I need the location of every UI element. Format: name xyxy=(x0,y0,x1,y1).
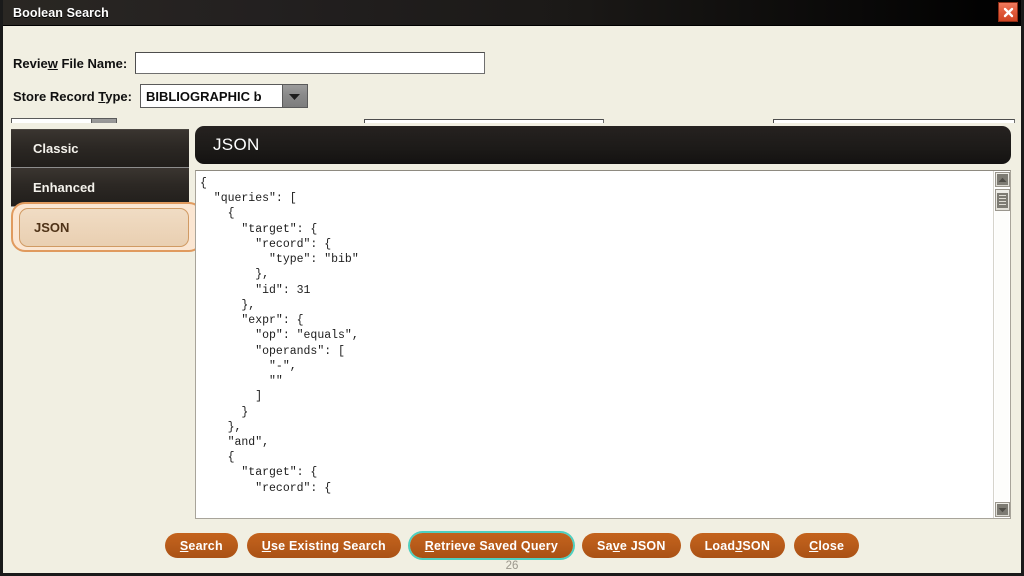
store-record-type-value: BIBLIOGRAPHIC b xyxy=(145,88,262,104)
footer-button-row: Search Use Existing Search Retrieve Save… xyxy=(3,533,1021,558)
record-counter: 26 xyxy=(505,560,519,572)
json-vertical-scrollbar[interactable] xyxy=(993,171,1010,518)
tab-enhanced-label: Enhanced xyxy=(33,179,96,195)
json-panel-body: { "queries": [ { "target": { "record": {… xyxy=(195,170,1011,519)
review-file-label: Review File Name: xyxy=(13,55,128,71)
tab-json[interactable]: JSON xyxy=(11,202,203,252)
tab-json-label: JSON xyxy=(34,220,70,235)
store-record-type-row: Store Record Type: BIBLIOGRAPHIC b xyxy=(13,84,308,108)
footer-actions: Search Use Existing Search Retrieve Save… xyxy=(3,527,1021,573)
mode-tabs: Classic Enhanced xyxy=(11,129,189,207)
tab-classic-label: Classic xyxy=(33,141,79,156)
json-panel: JSON { "queries": [ { "target": { "recor… xyxy=(195,126,1011,519)
use-existing-search-button[interactable]: Use Existing Search xyxy=(246,533,401,558)
json-code-area[interactable]: { "queries": [ { "target": { "record": {… xyxy=(196,171,993,518)
boolean-search-window: Boolean Search Review File Name: Store R… xyxy=(0,0,1024,576)
retrieve-saved-query-button[interactable]: Retrieve Saved Query xyxy=(409,533,574,558)
search-body: Classic Enhanced JSON JSON { "queries": … xyxy=(3,123,1021,527)
store-record-type-select[interactable]: BIBLIOGRAPHIC b xyxy=(139,84,308,108)
json-panel-title: JSON xyxy=(213,135,260,154)
close-button[interactable] xyxy=(998,2,1018,22)
scroll-down-icon xyxy=(997,504,1008,515)
store-record-type-label: Store Record Type: xyxy=(13,88,132,104)
chevron-down-icon[interactable] xyxy=(281,85,307,107)
search-button[interactable]: Search xyxy=(164,533,238,558)
review-file-row: Review File Name: xyxy=(13,52,486,74)
close-action-button[interactable]: Close xyxy=(794,533,860,558)
tab-classic[interactable]: Classic xyxy=(11,129,189,168)
scroll-up-button[interactable] xyxy=(995,172,1010,187)
title-bar: Boolean Search xyxy=(3,0,1021,26)
json-panel-header: JSON xyxy=(195,126,1011,164)
review-file-input[interactable] xyxy=(135,52,486,74)
scroll-up-icon xyxy=(997,174,1008,185)
tab-json-inner: JSON xyxy=(19,208,189,247)
scroll-thumb-grip xyxy=(997,192,1008,208)
scrollbar-track[interactable] xyxy=(995,188,1009,501)
search-form: Review File Name: Store Record Type: BIB… xyxy=(3,26,1021,141)
json-code-text: { "queries": [ { "target": { "record": {… xyxy=(200,177,359,495)
scrollbar-thumb[interactable] xyxy=(995,189,1010,211)
close-icon xyxy=(1002,6,1015,19)
load-json-button[interactable]: Load J SON xyxy=(689,533,786,558)
scroll-down-button[interactable] xyxy=(995,502,1010,517)
window-title: Boolean Search xyxy=(13,5,109,20)
save-json-button[interactable]: Sa v e JSON xyxy=(582,533,681,558)
